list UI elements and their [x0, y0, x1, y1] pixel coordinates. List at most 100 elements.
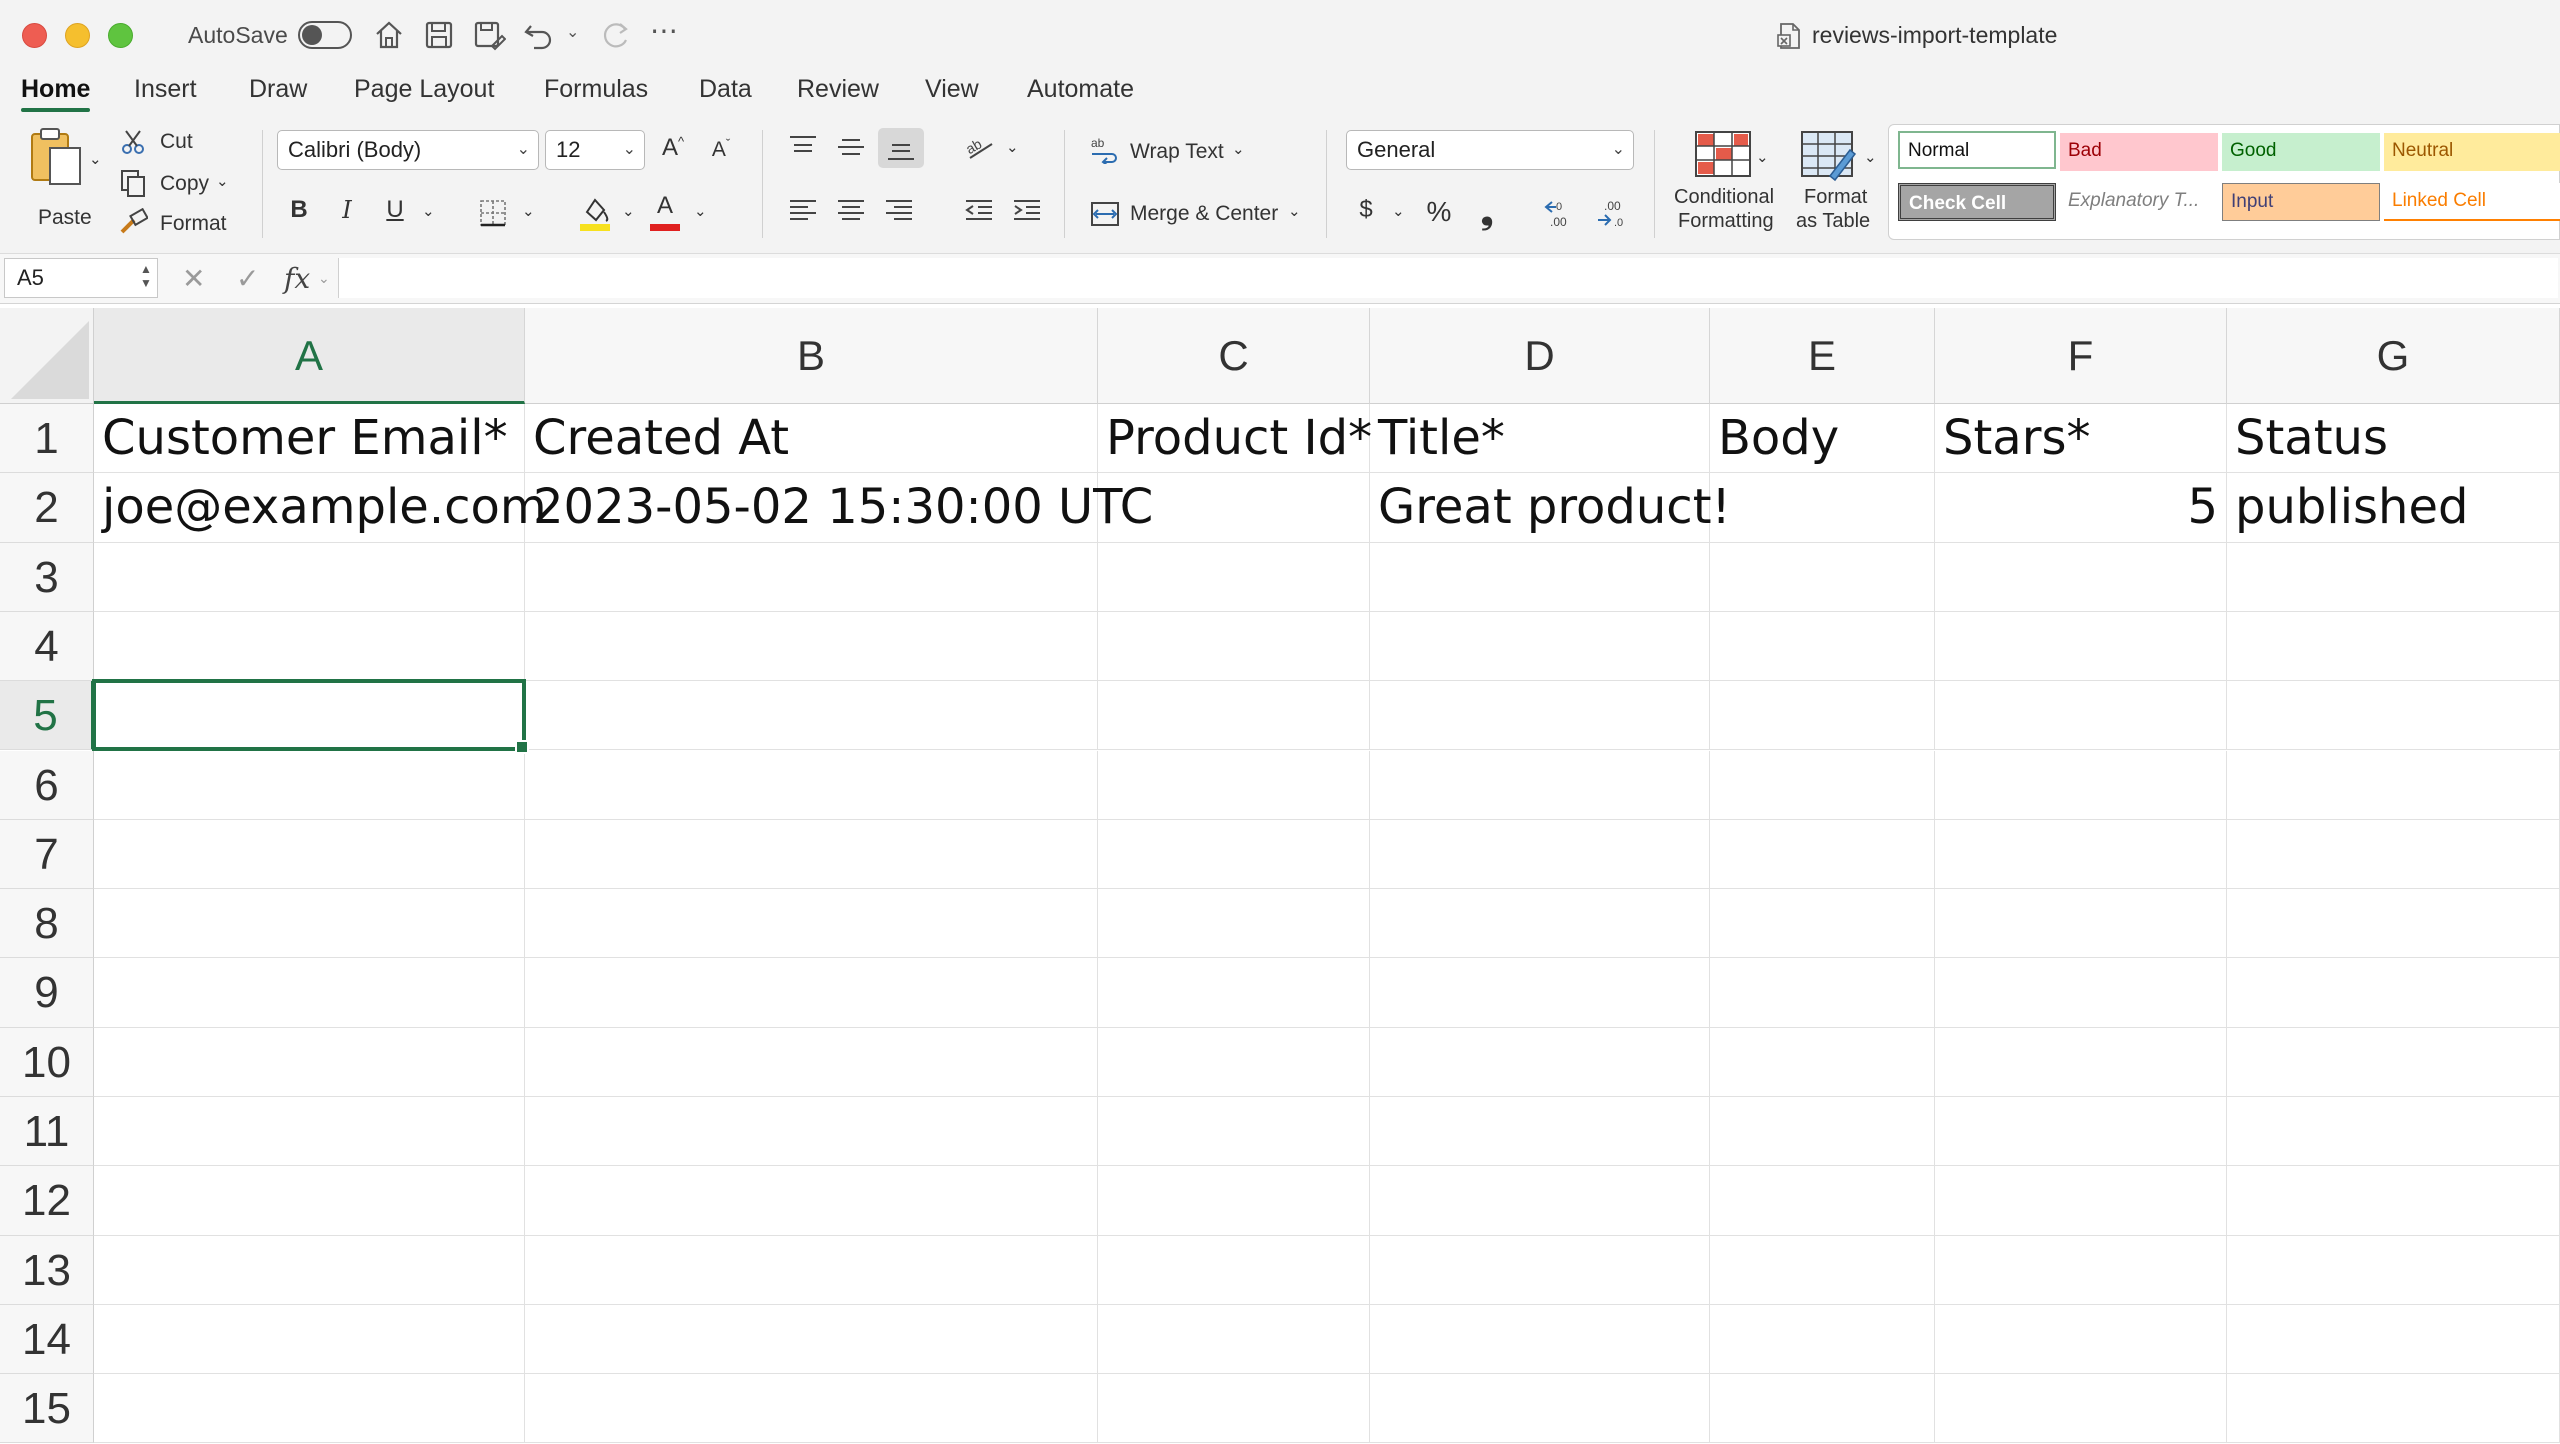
cell-c15[interactable] [1098, 1374, 1370, 1444]
cell-a15[interactable] [94, 1374, 525, 1444]
cell-d8[interactable] [1370, 889, 1710, 959]
cell-g15[interactable] [2227, 1374, 2560, 1444]
decrease-font-size-icon[interactable]: Aˇ [704, 136, 738, 162]
cell-a7[interactable] [94, 819, 525, 890]
increase-indent-icon[interactable] [1012, 198, 1042, 224]
column-header-g[interactable]: G [2227, 308, 2560, 404]
cell-a13[interactable] [94, 1235, 525, 1305]
cell-g12[interactable] [2227, 1166, 2560, 1236]
row-header-8[interactable]: 8 [0, 889, 94, 959]
insert-function-button[interactable]: fx [284, 262, 310, 295]
cell-b4[interactable] [525, 611, 1098, 682]
number-format-select[interactable]: General ⌄ [1346, 130, 1634, 170]
cell-c8[interactable] [1098, 889, 1370, 959]
decrease-indent-icon[interactable] [964, 198, 994, 224]
fill-color-options-chevron-down-icon[interactable]: ⌄ [622, 202, 635, 220]
select-all-button[interactable] [0, 308, 94, 404]
insert-function-chevron-down-icon[interactable]: ⌄ [318, 270, 330, 287]
cell-g6[interactable] [2227, 750, 2560, 820]
cell-f12[interactable] [1935, 1166, 2227, 1236]
fill-color-icon[interactable] [578, 194, 612, 232]
borders-icon[interactable] [478, 198, 508, 228]
tab-view[interactable]: View [925, 72, 979, 108]
cell-e3[interactable] [1710, 542, 1935, 612]
cell-style-good[interactable]: Good [2222, 133, 2380, 171]
window-minimize-button[interactable] [65, 23, 90, 48]
cell-c9[interactable] [1098, 958, 1370, 1028]
cell-a3[interactable] [94, 542, 525, 612]
cell-f1[interactable]: Stars* [1935, 404, 2227, 474]
cell-d5[interactable] [1370, 681, 1710, 751]
cell-b7[interactable] [525, 819, 1098, 890]
cell-b14[interactable] [525, 1304, 1098, 1375]
cell-g11[interactable] [2227, 1097, 2560, 1167]
cell-d10[interactable] [1370, 1027, 1710, 1097]
cell-g13[interactable] [2227, 1235, 2560, 1305]
tab-page-layout[interactable]: Page Layout [354, 72, 494, 108]
cell-d14[interactable] [1370, 1304, 1710, 1375]
cell-a4[interactable] [94, 611, 525, 682]
font-color-options-chevron-down-icon[interactable]: ⌄ [694, 202, 707, 220]
cell-b2[interactable]: 2023-05-02 15:30:00 UTC [525, 473, 1153, 543]
save-icon[interactable] [422, 18, 456, 52]
autosave-toggle[interactable] [298, 21, 352, 49]
tab-formulas[interactable]: Formulas [544, 72, 648, 108]
cell-f5[interactable] [1935, 681, 2227, 751]
wrap-text-button[interactable]: Wrap Text [1130, 140, 1224, 164]
cell-g5[interactable] [2227, 681, 2560, 751]
undo-dropdown-chevron-down-icon[interactable]: ⌄ [566, 22, 600, 56]
format-as-table-chevron-down-icon[interactable]: ⌄ [1864, 148, 1877, 166]
merge-center-button[interactable]: Merge & Center [1130, 202, 1278, 226]
cell-e7[interactable] [1710, 819, 1935, 890]
bold-button[interactable]: B [284, 196, 314, 224]
cut-button[interactable]: Cut [160, 130, 193, 154]
cell-a6[interactable] [94, 750, 525, 820]
cell-d2[interactable]: Great product! [1370, 473, 1731, 543]
decrease-decimal-icon[interactable]: .00.0 [1594, 196, 1632, 230]
cell-a11[interactable] [94, 1097, 525, 1167]
cell-f4[interactable] [1935, 611, 2227, 682]
cell-e11[interactable] [1710, 1097, 1935, 1167]
increase-decimal-icon[interactable]: 0.00 [1542, 196, 1580, 230]
row-header-15[interactable]: 15 [0, 1374, 94, 1444]
cell-style-linked-cell[interactable]: Linked Cell [2384, 183, 2560, 221]
column-header-d[interactable]: D [1370, 308, 1710, 404]
home-icon[interactable] [372, 18, 406, 52]
cell-d3[interactable] [1370, 542, 1710, 612]
cell-e10[interactable] [1710, 1027, 1935, 1097]
cell-f6[interactable] [1935, 750, 2227, 820]
tab-draw[interactable]: Draw [249, 72, 307, 108]
currency-button[interactable]: $ [1352, 196, 1380, 224]
cell-f11[interactable] [1935, 1097, 2227, 1167]
format-as-table-button[interactable]: Format as Table [1796, 130, 1880, 242]
row-header-5[interactable]: 5 [0, 681, 94, 751]
row-header-12[interactable]: 12 [0, 1166, 94, 1236]
cell-style-input[interactable]: Input [2222, 183, 2380, 221]
window-close-button[interactable] [22, 23, 47, 48]
conditional-formatting-button[interactable]: Conditional Formatting [1674, 130, 1792, 242]
column-header-f[interactable]: F [1935, 308, 2227, 404]
cell-a1[interactable]: Customer Email* [94, 404, 525, 474]
cell-e15[interactable] [1710, 1374, 1935, 1444]
cell-e14[interactable] [1710, 1304, 1935, 1375]
row-header-6[interactable]: 6 [0, 750, 94, 820]
tab-data[interactable]: Data [699, 72, 752, 108]
cell-c2[interactable] [1098, 473, 1370, 543]
cell-c11[interactable] [1098, 1097, 1370, 1167]
borders-options-chevron-down-icon[interactable]: ⌄ [522, 202, 535, 220]
cell-e13[interactable] [1710, 1235, 1935, 1305]
cell-f13[interactable] [1935, 1235, 2227, 1305]
column-header-e[interactable]: E [1710, 308, 1935, 404]
cell-f15[interactable] [1935, 1374, 2227, 1444]
cell-e5[interactable] [1710, 681, 1935, 751]
window-maximize-button[interactable] [108, 23, 133, 48]
cell-f7[interactable] [1935, 819, 2227, 890]
copy-button[interactable]: Copy [160, 172, 209, 196]
cell-c4[interactable] [1098, 611, 1370, 682]
cell-d9[interactable] [1370, 958, 1710, 1028]
cell-c14[interactable] [1098, 1304, 1370, 1375]
orientation-options-chevron-down-icon[interactable]: ⌄ [1006, 138, 1019, 156]
align-middle-icon[interactable] [836, 134, 866, 160]
cell-d1[interactable]: Title* [1370, 404, 1710, 474]
align-top-icon[interactable] [788, 134, 818, 160]
